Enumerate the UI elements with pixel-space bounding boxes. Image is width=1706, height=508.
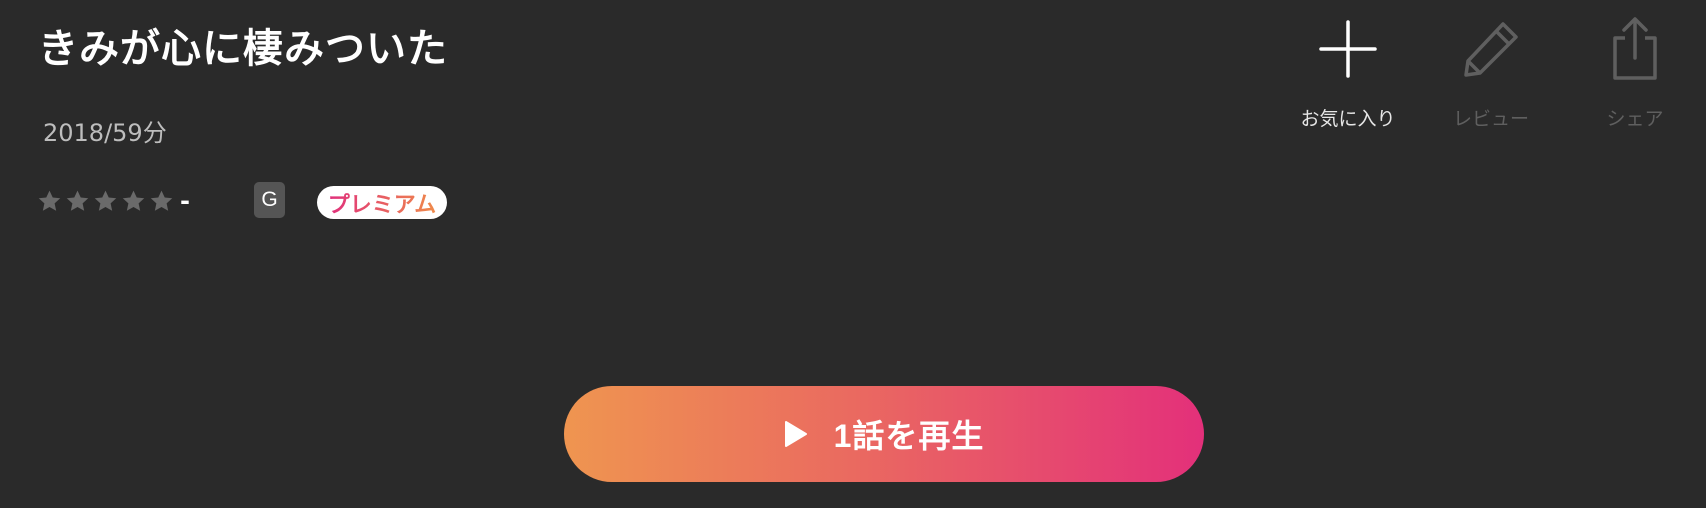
rating-value: - — [180, 187, 190, 215]
plus-icon — [1313, 14, 1383, 84]
review-label: レビュー — [1452, 108, 1529, 130]
review-button[interactable]: レビュー — [1426, 14, 1556, 132]
share-icon — [1600, 14, 1670, 84]
star-icon — [94, 190, 117, 211]
page-title: きみが心に棲みついた — [38, 26, 448, 72]
rating: - — [37, 183, 190, 219]
premium-badge-label: プレミアム — [328, 187, 436, 219]
pencil-icon — [1456, 14, 1526, 84]
star-icon — [38, 190, 61, 211]
age-rating-badge: G — [254, 182, 285, 218]
favorite-button[interactable]: お気に入り — [1283, 14, 1413, 132]
play-icon — [784, 421, 807, 447]
share-button[interactable]: シェア — [1570, 14, 1700, 132]
favorite-label: お気に入り — [1300, 108, 1396, 130]
share-label: シェア — [1606, 108, 1664, 130]
star-icon — [66, 190, 89, 211]
premium-badge: プレミアム — [317, 186, 447, 219]
play-episode-button[interactable]: 1話を再生 — [564, 386, 1204, 482]
detail-page: きみが心に棲みついた 2018/59分 - G プレミアム お気に入り レビュー… — [0, 0, 1706, 508]
star-rating — [37, 189, 174, 214]
star-icon — [122, 190, 145, 211]
play-episode-label: 1話を再生 — [833, 418, 985, 454]
star-icon — [150, 190, 173, 211]
year-duration: 2018/59分 — [43, 119, 167, 147]
